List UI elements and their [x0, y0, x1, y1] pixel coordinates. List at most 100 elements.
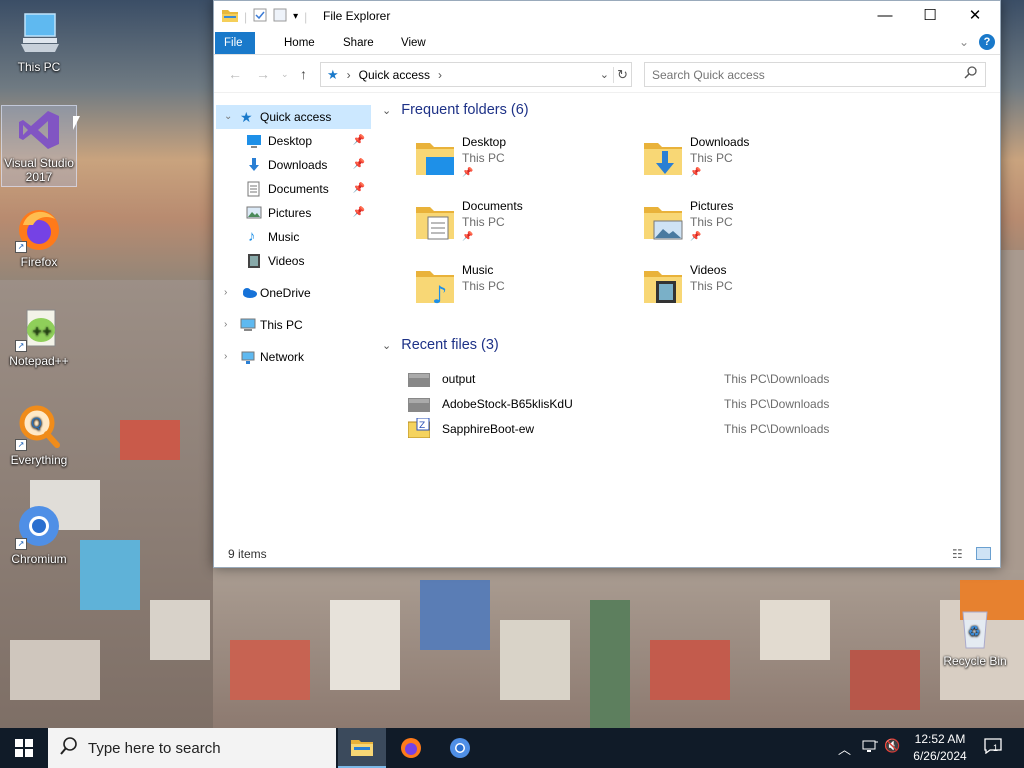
archive-file-icon: Z	[407, 417, 431, 445]
clock-time: 12:52 AM	[914, 732, 966, 746]
windows-logo-icon	[15, 739, 33, 757]
start-button[interactable]	[0, 728, 48, 768]
taskbar-clock[interactable]: 12:52 AM 6/26/2024	[902, 731, 978, 765]
network-status-icon[interactable]	[862, 740, 878, 757]
pin-icon: 📌	[462, 167, 474, 177]
desktop-icon-firefox[interactable]: ↗ Firefox	[2, 205, 76, 269]
computer-icon	[240, 317, 256, 333]
show-hidden-icons-chevron-icon[interactable]: ︿	[838, 739, 851, 758]
expand-ribbon-icon[interactable]: ⌄	[959, 35, 969, 49]
search-input[interactable]	[645, 66, 964, 83]
properties-icon[interactable]	[253, 8, 267, 25]
customize-toolbar-icon[interactable]: ▾	[293, 11, 298, 22]
taskbar-firefox[interactable]	[387, 728, 435, 768]
file-icon	[408, 397, 430, 419]
large-icons-view-icon[interactable]	[976, 547, 991, 560]
pin-icon[interactable]: 📌	[353, 129, 365, 153]
folder-tile-pictures[interactable]: Pictures This PC 📌	[642, 199, 852, 255]
nav-network[interactable]: › Network	[216, 345, 371, 369]
folder-location: This PC	[690, 215, 733, 229]
section-title: Recent files (3)	[401, 337, 499, 353]
details-view-icon[interactable]: ☷	[952, 547, 963, 561]
breadcrumb-chevron-icon[interactable]: ›	[347, 68, 351, 82]
recent-file-row[interactable]: output This PC\Downloads	[408, 368, 968, 390]
back-arrow-icon[interactable]: ←	[228, 66, 242, 82]
notification-center-icon[interactable]: 1	[984, 738, 1002, 757]
address-dropdown-icon[interactable]: ⌄	[600, 68, 609, 81]
firefox-icon: ↗	[15, 205, 63, 253]
nav-item-pictures[interactable]: Pictures 📌	[216, 201, 371, 225]
close-button[interactable]: ✕	[952, 1, 998, 31]
recent-files-header[interactable]: ⌄ Recent files (3)	[382, 337, 499, 353]
desktop-icon-this-pc[interactable]: This PC	[2, 10, 76, 74]
pin-icon[interactable]: 📌	[353, 201, 365, 225]
nav-item-videos[interactable]: Videos	[216, 249, 371, 273]
file-location: This PC\Downloads	[724, 397, 830, 411]
tab-file[interactable]: File	[215, 32, 255, 54]
recent-locations-icon[interactable]: ⌄	[281, 69, 289, 80]
tab-share[interactable]: Share	[331, 32, 386, 54]
folder-tile-desktop[interactable]: Desktop This PC 📌	[414, 135, 624, 191]
status-bar-count: 9 items	[228, 547, 267, 561]
folder-tile-downloads[interactable]: Downloads This PC 📌	[642, 135, 852, 191]
folder-location: This PC	[690, 279, 733, 293]
notification-count-badge: 1	[993, 743, 999, 753]
up-arrow-icon[interactable]: ↑	[300, 66, 307, 82]
recent-file-row[interactable]: Z SapphireBoot-ew This PC\Downloads	[407, 417, 968, 440]
breadcrumb-chevron-icon[interactable]: ›	[438, 68, 442, 82]
folder-icon	[351, 740, 373, 756]
svg-text:++: ++	[32, 324, 52, 338]
nav-label: Videos	[268, 254, 305, 268]
collapse-chevron-icon[interactable]: ⌄	[224, 105, 232, 129]
folder-location: This PC	[462, 151, 505, 165]
nav-quick-access[interactable]: ⌄ ★ Quick access	[216, 105, 371, 129]
nav-item-downloads[interactable]: Downloads 📌	[216, 153, 371, 177]
desktop-icon-notepad-plus-plus[interactable]: ++ ↗ Notepad++	[2, 304, 76, 368]
nav-this-pc[interactable]: › This PC	[216, 313, 371, 337]
search-icon[interactable]	[964, 66, 977, 82]
tab-home[interactable]: Home	[272, 32, 327, 54]
ribbon-tabs: File Home Share View ⌄ ?	[214, 32, 1000, 55]
file-name: AdobeStock-B65klisKdU	[442, 397, 573, 411]
nav-item-music[interactable]: ♪ Music	[216, 225, 371, 249]
taskbar-chromium[interactable]	[436, 728, 484, 768]
forward-arrow-icon[interactable]: →	[256, 66, 270, 82]
nav-onedrive[interactable]: › OneDrive	[216, 281, 371, 305]
folder-tile-videos[interactable]: Videos This PC	[642, 263, 852, 319]
minimize-button[interactable]: —	[862, 1, 908, 31]
taskbar-search-box[interactable]: Type here to search	[48, 728, 336, 768]
nav-item-desktop[interactable]: Desktop 📌	[216, 129, 371, 153]
pin-icon[interactable]: 📌	[353, 177, 365, 201]
cloud-icon	[240, 285, 257, 301]
desktop-icon-recycle-bin[interactable]: ♻ Recycle Bin	[938, 604, 1012, 668]
folder-location: This PC	[462, 279, 505, 293]
expand-chevron-icon[interactable]: ›	[224, 313, 227, 337]
collapse-chevron-icon[interactable]: ⌄	[382, 340, 391, 352]
taskbar-file-explorer[interactable]	[338, 728, 386, 768]
desktop-icon-chromium[interactable]: ↗ Chromium	[2, 502, 76, 566]
search-box[interactable]	[644, 62, 986, 87]
desktop-icon-visual-studio[interactable]: Visual Studio 2017	[1, 105, 80, 187]
pin-icon[interactable]: 📌	[353, 153, 365, 177]
recent-file-row[interactable]: AdobeStock-B65klisKdU This PC\Downloads	[408, 393, 968, 415]
help-icon[interactable]: ?	[979, 34, 995, 50]
tab-view[interactable]: View	[389, 32, 438, 54]
new-folder-icon[interactable]	[273, 8, 287, 25]
desktop-icon-everything[interactable]: Q ↗ Everything	[2, 403, 76, 467]
refresh-icon[interactable]: ↻	[613, 66, 628, 83]
expand-chevron-icon[interactable]: ›	[224, 345, 227, 369]
address-bar[interactable]: ★ › Quick access › ⌄ ↻	[320, 62, 632, 87]
desktop-icon-label: Chromium	[11, 552, 67, 566]
maximize-button[interactable]: ☐	[907, 1, 953, 31]
breadcrumb-quick-access[interactable]: Quick access	[359, 68, 430, 82]
document-icon	[246, 181, 262, 197]
nav-item-documents[interactable]: Documents 📌	[216, 177, 371, 201]
desktop-folder-icon	[414, 137, 456, 179]
folder-tile-music[interactable]: ♪ Music This PC	[414, 263, 624, 319]
collapse-chevron-icon[interactable]: ⌄	[382, 105, 391, 117]
folder-tile-documents[interactable]: Documents This PC 📌	[414, 199, 624, 255]
frequent-folders-header[interactable]: ⌄ Frequent folders (6)	[382, 102, 529, 118]
expand-chevron-icon[interactable]: ›	[224, 281, 227, 305]
file-location: This PC\Downloads	[724, 422, 830, 436]
volume-muted-icon[interactable]: 🔇	[884, 738, 900, 754]
